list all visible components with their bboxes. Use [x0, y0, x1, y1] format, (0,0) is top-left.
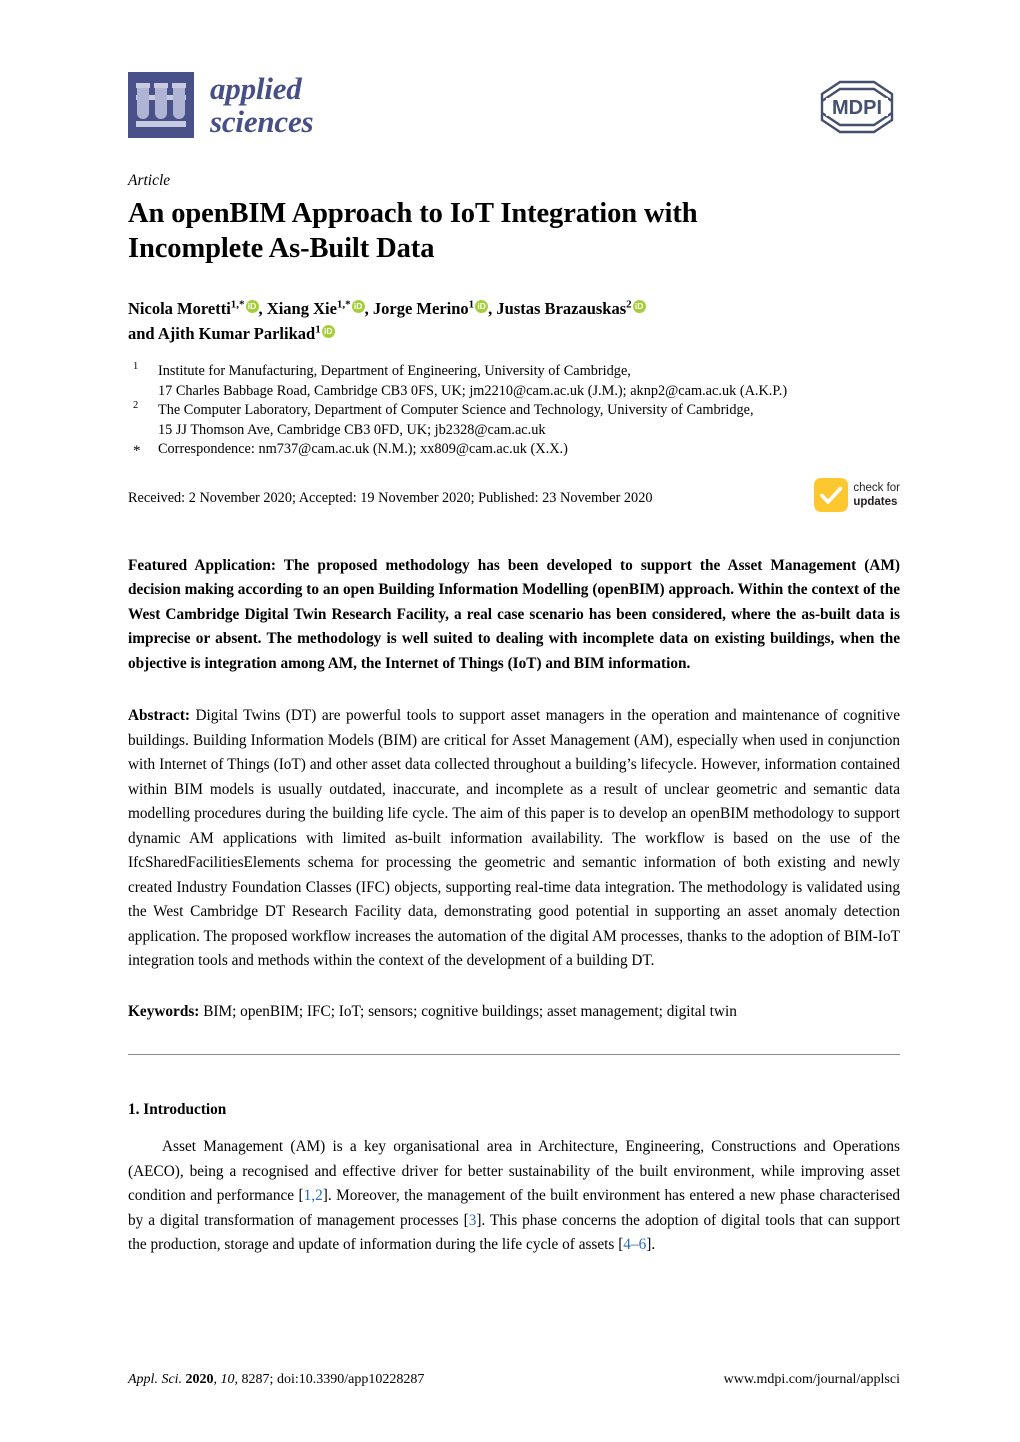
- featured-application: Featured Application: The proposed metho…: [128, 554, 900, 677]
- author-affiliation-marker: 1,*: [336, 298, 351, 311]
- affiliation-line: 17 Charles Babbage Road, Cambridge CB3 0…: [158, 382, 788, 399]
- journal-brand: applied sciences: [128, 71, 314, 139]
- affiliation-line: The Computer Laboratory, Department of C…: [158, 402, 754, 418]
- abstract: Abstract: Digital Twins (DT) are powerfu…: [128, 704, 900, 974]
- footer-citation: Appl. Sci. 2020, 10, 8287; doi:10.3390/a…: [128, 1372, 425, 1387]
- author-conjunction: and: [128, 324, 155, 343]
- correspondence-line: Correspondence: nm737@cam.ac.uk (N.M.); …: [158, 441, 568, 457]
- footer-doi: doi:10.3390/app10228287: [276, 1372, 425, 1387]
- section-heading: 1. Introduction: [128, 1101, 227, 1118]
- affiliation-item: 1 Institute for Manufacturing, Departmen…: [128, 361, 900, 401]
- orcid-icon[interactable]: iD: [245, 300, 259, 313]
- correspondence-item: * Correspondence: nm737@cam.ac.uk (N.M.)…: [128, 440, 900, 462]
- check-for-updates-labels: check for updates: [853, 481, 900, 509]
- paragraph-text: ].: [646, 1236, 656, 1253]
- author-name: Nicola Moretti: [128, 299, 231, 318]
- author-affiliation-marker: 1: [468, 298, 475, 311]
- journal-name-line2: sciences: [210, 104, 314, 139]
- introduction-paragraph: Asset Management (AM) is a key organisat…: [128, 1135, 900, 1258]
- citation-link[interactable]: 1,2: [304, 1187, 323, 1204]
- journal-name-line1: applied: [210, 71, 302, 106]
- publication-dates-row: Received: 2 November 2020; Accepted: 19 …: [128, 477, 900, 520]
- abstract-label: Abstract:: [128, 707, 191, 724]
- author-line-1: Nicola Moretti1,* iD, Xiang Xie1,* iD, Jor…: [128, 296, 900, 321]
- affiliation-list: 1 Institute for Manufacturing, Departmen…: [128, 361, 900, 462]
- test-tube-rack-icon: [128, 72, 194, 138]
- affiliation-item: 2 The Computer Laboratory, Department of…: [128, 400, 900, 440]
- affiliation-text: The Computer Laboratory, Department of C…: [158, 401, 900, 440]
- footer-year: 2020: [185, 1372, 214, 1387]
- featured-application-label: Featured Application:: [128, 556, 277, 574]
- affiliation-line: 15 JJ Thomson Ave, Cambridge CB3 0FD, UK…: [158, 421, 546, 438]
- crossmark-line2: updates: [853, 495, 898, 508]
- paper-page: applied sciences MDPI Article An openBIM…: [0, 0, 1020, 1442]
- author-affiliation-marker: 2: [626, 298, 632, 311]
- author-name: Xiang Xie: [266, 299, 337, 318]
- keywords-text: BIM; openBIM; IFC; IoT; sensors; cogniti…: [199, 1002, 737, 1020]
- affiliation-text: Institute for Manufacturing, Department …: [158, 362, 900, 401]
- orcid-icon[interactable]: iD: [321, 325, 335, 338]
- affiliation-marker: 2: [133, 400, 139, 412]
- page-title: An openBIM Approach to IoT Integration w…: [128, 196, 900, 266]
- author-name: Jorge Merino: [372, 299, 469, 318]
- footer-volume: 10: [220, 1372, 235, 1387]
- citation-link[interactable]: 4–6: [623, 1236, 646, 1253]
- abstract-text: Digital Twins (DT) are powerful tools to…: [128, 707, 900, 969]
- affiliation-marker: 1: [133, 361, 139, 373]
- affiliation-line: Institute for Manufacturing, Department …: [158, 363, 631, 379]
- author-name: Justas Brazauskas: [496, 299, 627, 318]
- masthead: applied sciences MDPI: [128, 0, 900, 168]
- title-line-1: An openBIM Approach to IoT Integration w…: [128, 198, 698, 229]
- correspondence-text: Correspondence: nm737@cam.ac.uk (N.M.); …: [158, 440, 900, 462]
- keywords-label: Keywords:: [128, 1002, 200, 1020]
- author-list: Nicola Moretti1,* iD, Xiang Xie1,* iD, Jor…: [128, 296, 900, 346]
- page-footer: Appl. Sci. 2020, 10, 8287; doi:10.3390/a…: [128, 1372, 900, 1388]
- author-affiliation-marker: 1: [315, 323, 321, 336]
- orcid-icon[interactable]: iD: [351, 300, 365, 313]
- author-affiliation-marker: 1,*: [230, 298, 245, 311]
- check-for-updates-badge[interactable]: check for updates: [814, 477, 900, 512]
- publication-dates: Received: 2 November 2020; Accepted: 19 …: [128, 489, 653, 506]
- footer-article-number: 8287: [241, 1372, 270, 1387]
- orcid-icon[interactable]: iD: [475, 300, 489, 313]
- mdpi-logo-text: MDPI: [832, 97, 882, 119]
- orcid-icon[interactable]: iD: [632, 300, 646, 313]
- keywords: Keywords: BIM; openBIM; IFC; IoT; sensor…: [128, 1000, 900, 1025]
- journal-name: applied sciences: [210, 71, 314, 139]
- crossmark-line1: check for: [853, 481, 900, 494]
- title-line-2: Incomplete As-Built Data: [128, 233, 435, 264]
- introduction-section: 1. Introduction Asset Management (AM) is…: [128, 1099, 900, 1258]
- checkmark-icon: [814, 477, 849, 512]
- section-divider: [128, 1054, 900, 1055]
- correspondence-marker: *: [133, 443, 141, 459]
- article-type-label: Article: [128, 172, 171, 189]
- footer-journal-abbrev: Appl. Sci.: [128, 1372, 183, 1387]
- mdpi-logo: MDPI: [814, 80, 900, 134]
- page-content: applied sciences MDPI Article An openBIM…: [128, 0, 900, 1258]
- footer-journal-url[interactable]: www.mdpi.com/journal/applsci: [724, 1372, 900, 1388]
- author-name: Ajith Kumar Parlikad: [157, 324, 316, 343]
- author-line-2: and Ajith Kumar Parlikad1 iD: [128, 321, 900, 346]
